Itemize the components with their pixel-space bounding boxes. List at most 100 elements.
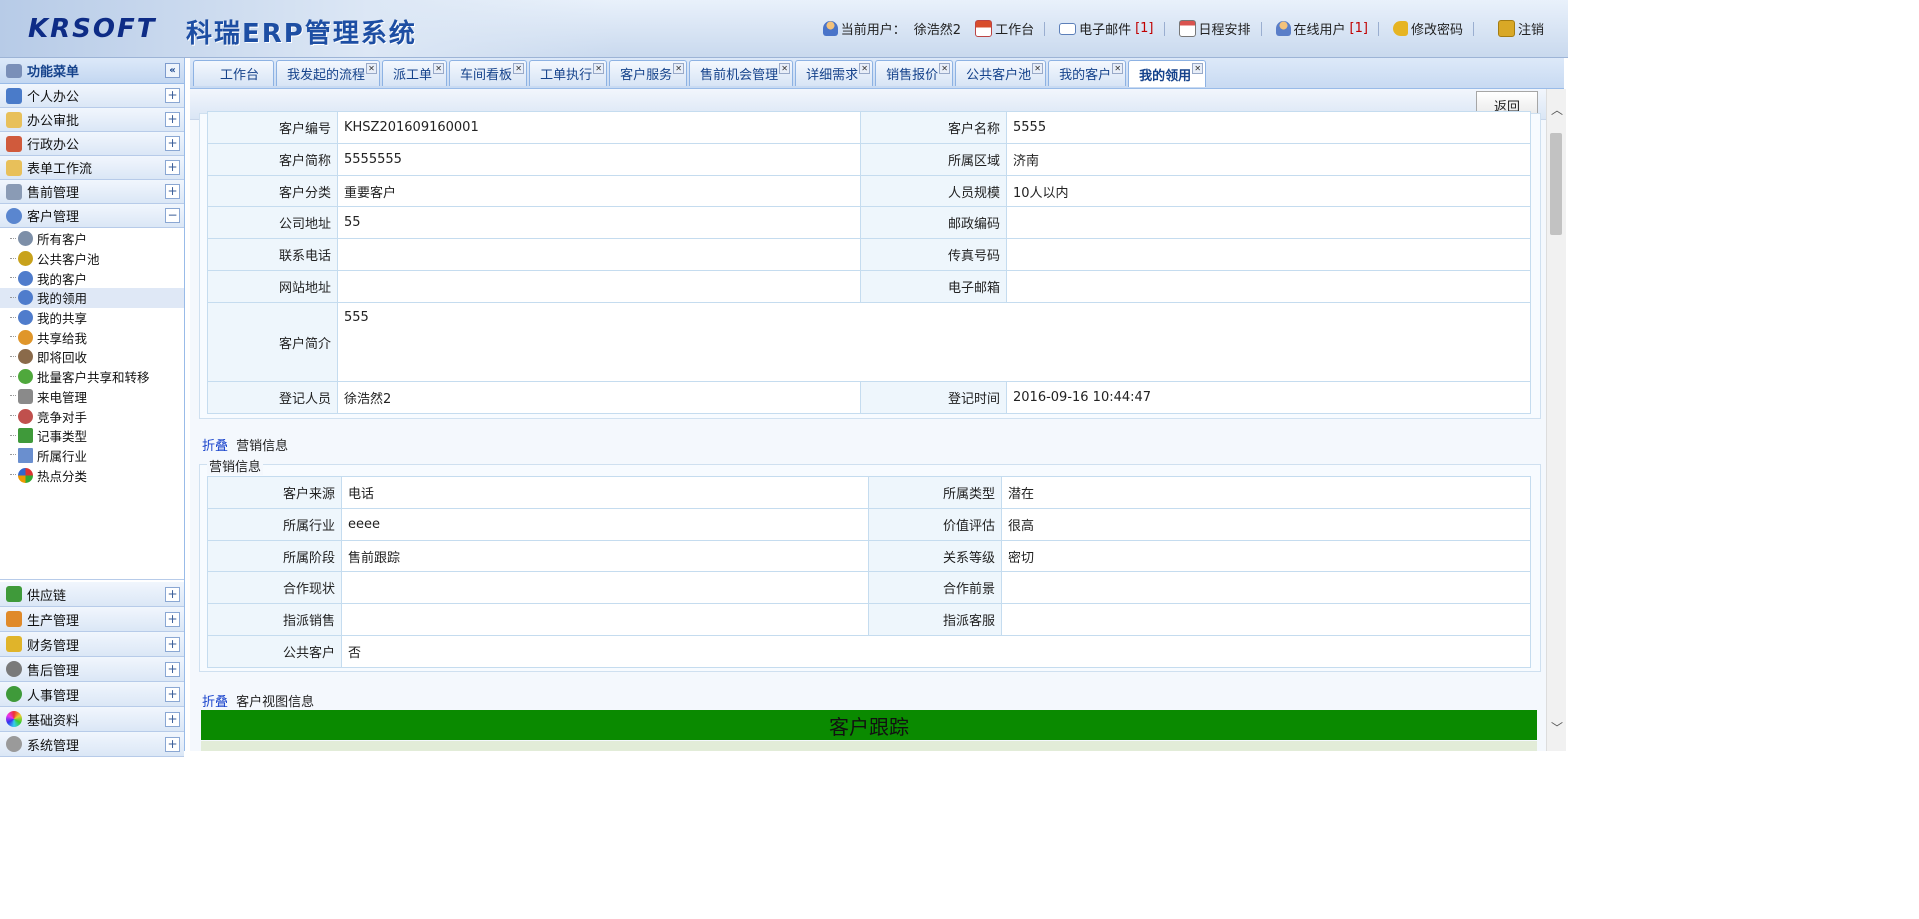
sidebar-group-finance[interactable]: 财务管理 +: [0, 632, 184, 657]
tab-detailed-requirements[interactable]: 详细需求 ✕: [795, 60, 874, 86]
schedule-link[interactable]: 日程安排: [1178, 19, 1251, 38]
close-icon[interactable]: ✕: [1192, 63, 1204, 74]
tab-presales-opportunity[interactable]: 售前机会管理 ✕: [689, 60, 794, 86]
tree-line: [10, 395, 16, 397]
close-icon[interactable]: ✕: [366, 63, 378, 74]
tree-item-my-customers[interactable]: 我的客户: [0, 268, 184, 288]
expand-toggle[interactable]: +: [165, 661, 180, 677]
close-icon[interactable]: ✕: [859, 63, 871, 74]
online-users-link[interactable]: 在线用户 [1]: [1275, 19, 1368, 38]
tree-item-recycling[interactable]: 即将回收: [0, 347, 184, 367]
sidebar-group-admin[interactable]: 行政办公 +: [0, 132, 184, 156]
sidebar-group-customer[interactable]: 客户管理 −: [0, 204, 184, 228]
expand-toggle[interactable]: +: [165, 686, 180, 702]
tree-item-batch-transfer[interactable]: 批量客户共享和转移: [0, 367, 184, 387]
change-password-link[interactable]: 修改密码: [1392, 19, 1463, 38]
logout-label: 注销: [1517, 23, 1544, 38]
sidebar-group-presales[interactable]: 售前管理 +: [0, 180, 184, 204]
tab-my-customers[interactable]: 我的客户 ✕: [1048, 60, 1127, 86]
tree-line: [10, 355, 16, 358]
key-icon: [1392, 21, 1408, 36]
tree-item-all-customers[interactable]: 所有客户: [0, 229, 184, 249]
collapse-sidebar-button[interactable]: «: [165, 63, 180, 78]
tab-dispatch[interactable]: 派工单 ✕: [382, 60, 448, 86]
sidebar-group-personal[interactable]: 个人办公 +: [0, 84, 184, 108]
assigned-sales-label: 指派销售: [207, 603, 342, 636]
close-icon[interactable]: ✕: [593, 63, 605, 74]
vertical-scrollbar[interactable]: ︿ ﹀: [1546, 89, 1566, 751]
workbench-link[interactable]: 工作台: [975, 19, 1034, 38]
address-value: 55: [337, 206, 861, 239]
scroll-thumb[interactable]: [1550, 133, 1562, 235]
expand-toggle[interactable]: +: [165, 160, 180, 175]
tab-label: 车间看板: [460, 68, 513, 83]
user-brown-icon: [18, 349, 33, 365]
tree-item-label: 记事类型: [37, 429, 88, 445]
expand-toggle[interactable]: +: [165, 636, 180, 652]
close-icon[interactable]: ✕: [673, 63, 685, 74]
tree-item-my-shared[interactable]: 我的共享: [0, 308, 184, 328]
close-icon[interactable]: ✕: [939, 63, 951, 74]
sidebar-group-supply-chain[interactable]: 供应链 +: [0, 582, 184, 607]
scroll-up-icon[interactable]: ︿: [1551, 101, 1563, 118]
sidebar-group-base-data[interactable]: 基础资料 +: [0, 707, 184, 732]
group-label: 人事管理: [27, 688, 80, 704]
close-icon[interactable]: ✕: [1112, 63, 1124, 74]
tree-item-label: 竞争对手: [37, 409, 88, 425]
category-value: 重要客户: [337, 175, 861, 207]
sidebar-group-approval[interactable]: 办公审批 +: [0, 108, 184, 132]
tab-workshop-board[interactable]: 车间看板 ✕: [449, 60, 528, 86]
mail-icon: [1059, 22, 1077, 35]
email-link[interactable]: 电子邮件 [1]: [1059, 19, 1154, 38]
expand-toggle[interactable]: +: [165, 88, 180, 103]
expand-toggle[interactable]: +: [165, 711, 180, 727]
tree-item-public-pool[interactable]: 公共客户池: [0, 249, 184, 269]
expand-toggle[interactable]: +: [165, 736, 180, 752]
expand-toggle[interactable]: +: [165, 611, 180, 627]
fold-link[interactable]: 折叠: [202, 439, 228, 454]
tree-item-industries[interactable]: 所属行业: [0, 446, 184, 466]
sidebar-group-production[interactable]: 生产管理 +: [0, 607, 184, 632]
tree-item-shared-to-me[interactable]: 共享给我: [0, 327, 184, 347]
schedule-label: 日程安排: [1198, 23, 1251, 38]
coop-status-value: [341, 571, 869, 604]
postcode-label: 邮政编码: [860, 206, 1007, 239]
tree-line: [10, 474, 16, 476]
close-icon[interactable]: ✕: [1032, 63, 1044, 74]
tree-item-label: 我的共享: [37, 311, 88, 327]
tab-my-processes[interactable]: 我发起的流程 ✕: [276, 60, 381, 86]
sidebar-group-system[interactable]: 系统管理 +: [0, 732, 184, 757]
close-icon[interactable]: ✕: [779, 63, 791, 74]
collapse-toggle[interactable]: −: [165, 208, 180, 223]
app-header: KRSOFT 科瑞ERP管理系统 当前用户： 徐浩然2 工作台 电子邮件 [1]…: [0, 0, 1568, 58]
tab-label: 客户服务: [620, 68, 673, 83]
tab-my-claimed[interactable]: 我的领用 ✕: [1128, 60, 1207, 87]
tab-sales-quote[interactable]: 销售报价 ✕: [875, 60, 954, 86]
coins-icon: [6, 636, 22, 652]
tree-item-hot-categories[interactable]: 热点分类: [0, 465, 184, 485]
tab-list: 工作台 我发起的流程 ✕ 派工单 ✕ 车间看板 ✕ 工单执行 ✕ 客户服务 ✕ 售前机会管…: [193, 60, 1208, 87]
tab-public-pool[interactable]: 公共客户池 ✕: [955, 60, 1047, 86]
customer-name-label: 客户名称: [860, 111, 1007, 144]
tree-item-my-claimed[interactable]: 我的领用: [0, 288, 184, 308]
close-icon[interactable]: ✕: [433, 63, 445, 74]
tree-item-note-types[interactable]: 记事类型: [0, 426, 184, 446]
expand-toggle[interactable]: +: [165, 184, 180, 199]
sidebar-group-after-sales[interactable]: 售后管理 +: [0, 657, 184, 682]
tree-item-call-management[interactable]: 来电管理: [0, 387, 184, 407]
tree-item-competitors[interactable]: 竞争对手: [0, 406, 184, 426]
sidebar-group-hr[interactable]: 人事管理 +: [0, 682, 184, 707]
expand-toggle[interactable]: +: [165, 112, 180, 127]
expand-toggle[interactable]: +: [165, 586, 180, 602]
tab-work-order[interactable]: 工单执行 ✕: [529, 60, 608, 86]
logout-link[interactable]: 注销: [1497, 19, 1544, 38]
tab-customer-service[interactable]: 客户服务 ✕: [609, 60, 688, 86]
register-time-label: 登记时间: [860, 381, 1007, 414]
sidebar-group-workflow[interactable]: 表单工作流 +: [0, 156, 184, 180]
fold-link[interactable]: 折叠: [202, 695, 228, 710]
close-icon[interactable]: ✕: [513, 63, 525, 74]
scroll-down-icon[interactable]: ﹀: [1551, 719, 1563, 736]
tree-item-label: 所属行业: [37, 448, 88, 464]
expand-toggle[interactable]: +: [165, 136, 180, 151]
tab-workbench[interactable]: 工作台: [193, 60, 275, 86]
